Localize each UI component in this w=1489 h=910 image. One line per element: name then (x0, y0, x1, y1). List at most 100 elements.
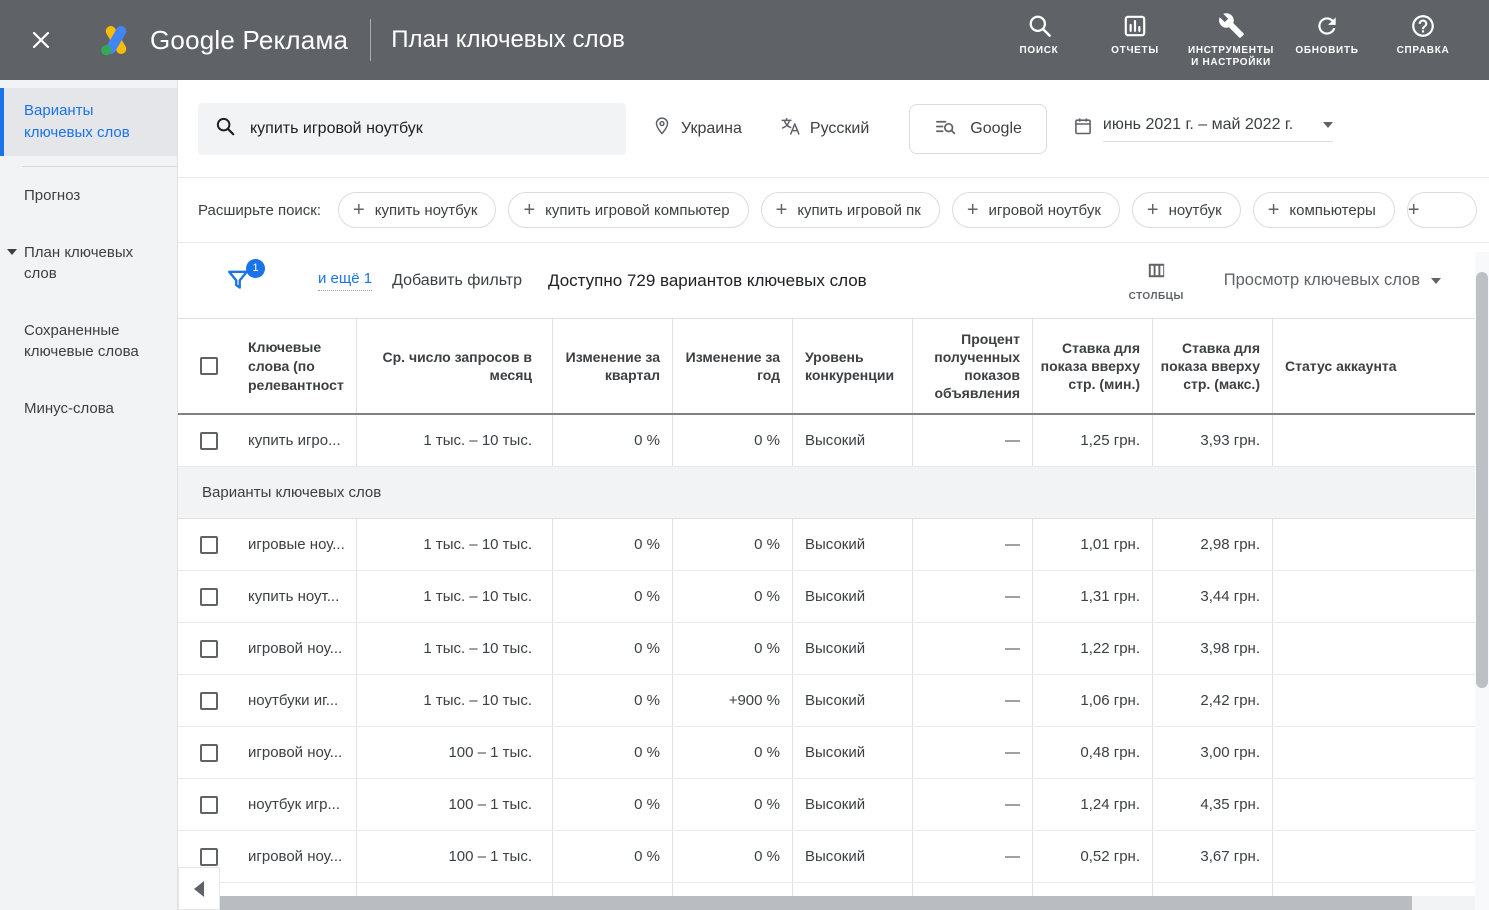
col-header-avg-searches[interactable]: Ср. число запросов в месяц (357, 319, 553, 413)
vertical-scrollbar-thumb[interactable] (1476, 272, 1488, 688)
expand-search-chip[interactable]: + игровой ноутбук (952, 192, 1120, 228)
search-input[interactable]: купить игровой ноутбук (198, 103, 626, 155)
arrow-left-icon (194, 881, 204, 897)
expand-search-chip[interactable]: + купить ноутбук (338, 192, 496, 228)
cell-impression-share: — (913, 675, 1033, 726)
horizontal-scrollbar[interactable] (220, 896, 1475, 910)
cell-quarter-change: 0 % (553, 623, 673, 674)
brand-title: Google Реклама (150, 25, 348, 56)
cell-account-status (1273, 779, 1475, 830)
cell-account-status (1273, 415, 1475, 466)
select-all-checkbox[interactable] (200, 357, 218, 375)
cell-avg-searches: 1 тыс. – 10 тыс. (357, 415, 553, 466)
cell-competition: Высокий (793, 415, 913, 466)
more-filters-link[interactable]: и ещё 1 (318, 270, 372, 291)
scroll-left-button[interactable] (178, 867, 220, 910)
cell-year-change: +900 % (673, 675, 793, 726)
row-checkbox[interactable] (200, 796, 218, 814)
cell-year-change: 0 % (673, 727, 793, 778)
row-checkbox-cell (178, 415, 240, 466)
row-checkbox[interactable] (200, 744, 218, 762)
cell-competition: Высокий (793, 727, 913, 778)
table-row: ноутбуки иг... 1 тыс. – 10 тыс. 0 % +900… (178, 675, 1475, 727)
sidebar-item-forecast[interactable]: Прогноз (0, 167, 177, 224)
row-checkbox[interactable] (200, 848, 218, 866)
col-header-quarter-change[interactable]: Изменение за квартал (553, 319, 673, 413)
cell-competition: Высокий (793, 571, 913, 622)
help-icon (1410, 11, 1436, 39)
sidebar-item-keyword-ideas[interactable]: Варианты ключевых слов (0, 88, 177, 156)
expand-search-chip[interactable]: + (1407, 192, 1477, 228)
expand-search-chip[interactable]: + купить игровой компьютер (508, 192, 748, 228)
vertical-scrollbar[interactable] (1475, 252, 1489, 910)
google-ads-logo-icon (98, 24, 134, 56)
horizontal-scrollbar-thumb[interactable] (220, 896, 1412, 910)
col-header-impression-share[interactable]: Процент полученных показов объявления (913, 319, 1033, 413)
row-checkbox[interactable] (200, 588, 218, 606)
cell-year-change: 0 % (673, 623, 793, 674)
chip-label: купить ноутбук (375, 202, 478, 219)
cell-account-status (1273, 831, 1475, 882)
filter-funnel-icon[interactable]: 1 (224, 266, 254, 296)
add-filter-button[interactable]: Добавить фильтр (392, 272, 522, 290)
sidebar: Варианты ключевых слов Прогноз План ключ… (0, 80, 178, 910)
cell-impression-share: — (913, 571, 1033, 622)
chip-label: компьютеры (1289, 202, 1375, 219)
cell-year-change: 0 % (673, 779, 793, 830)
cell-avg-searches: 1 тыс. – 10 тыс. (357, 675, 553, 726)
location-selector[interactable]: Украина (652, 116, 742, 141)
expand-search-chip[interactable]: + ноутбук (1132, 192, 1241, 228)
language-selector[interactable]: Русский (780, 116, 869, 142)
row-checkbox[interactable] (200, 692, 218, 710)
cell-quarter-change: 0 % (553, 415, 673, 466)
row-checkbox[interactable] (200, 640, 218, 658)
view-selector[interactable]: Просмотр ключевых слов (1224, 271, 1441, 290)
row-checkbox[interactable] (200, 432, 218, 450)
refresh-button[interactable]: ОБНОВИТЬ (1279, 11, 1375, 57)
cell-quarter-change: 0 % (553, 675, 673, 726)
help-button-label: СПРАВКА (1397, 45, 1450, 57)
reports-button-label: ОТЧЕТЫ (1111, 45, 1159, 57)
reports-button[interactable]: ОТЧЕТЫ (1087, 11, 1183, 57)
table-row: игровые ноу... 1 тыс. – 10 тыс. 0 % 0 % … (178, 519, 1475, 571)
cell-impression-share: — (913, 623, 1033, 674)
cell-keyword: ноутбуки иг... (240, 675, 357, 726)
cell-keyword: купить ноут... (240, 571, 357, 622)
table-section-header: Варианты ключевых слов (178, 467, 1475, 519)
main-content: купить игровой ноутбук Украина Русский G… (178, 80, 1489, 910)
help-button[interactable]: СПРАВКА (1375, 11, 1471, 57)
sidebar-item-negative-keywords[interactable]: Минус-слова (0, 380, 177, 437)
cell-year-change: 0 % (673, 571, 793, 622)
cell-keyword: ноутбук игр... (240, 779, 357, 830)
tools-settings-button[interactable]: ИНСТРУМЕНТЫ И НАСТРОЙКИ (1183, 11, 1279, 69)
table-row: купить игро... 1 тыс. – 10 тыс. 0 % 0 % … (178, 415, 1475, 467)
col-header-keywords[interactable]: Ключевые слова (по релевантност (240, 319, 357, 413)
table-header-row: Ключевые слова (по релевантност Ср. числ… (178, 319, 1475, 415)
col-header-top-bid-max[interactable]: Ставка для показа вверху стр. (макс.) (1153, 319, 1273, 413)
cell-competition: Высокий (793, 519, 913, 570)
col-header-account-status[interactable]: Статус аккаунта (1273, 319, 1475, 413)
suggestion-rows: игровые ноу... 1 тыс. – 10 тыс. 0 % 0 % … (178, 519, 1475, 883)
date-range-selector[interactable]: июнь 2021 г. – май 2022 г. (1073, 116, 1333, 142)
chip-label: купить игровой компьютер (545, 202, 729, 219)
sidebar-item-keyword-plan[interactable]: План ключевых слов (0, 224, 177, 302)
col-header-top-bid-min[interactable]: Ставка для показа вверху стр. (мин.) (1033, 319, 1153, 413)
network-selector[interactable]: Google (909, 104, 1047, 154)
calendar-icon (1073, 116, 1093, 141)
search-button[interactable]: ПОИСК (991, 11, 1087, 57)
row-checkbox[interactable] (200, 536, 218, 554)
row-checkbox-cell (178, 623, 240, 674)
col-header-competition[interactable]: Уровень конкуренции (793, 319, 913, 413)
expand-search-chip[interactable]: + компьютеры (1253, 192, 1395, 228)
close-icon[interactable] (26, 25, 56, 55)
columns-button-label: СТОЛБЦЫ (1129, 291, 1184, 302)
chevron-down-icon (1431, 278, 1441, 284)
expand-search-chip[interactable]: + купить игровой пк (761, 192, 940, 228)
sidebar-item-saved-keywords[interactable]: Сохраненные ключевые слова (0, 302, 177, 380)
col-header-year-change[interactable]: Изменение за год (673, 319, 793, 413)
cell-top-bid-min: 1,01 грн. (1033, 519, 1153, 570)
columns-button[interactable]: СТОЛБЦЫ (1129, 259, 1184, 302)
cell-top-bid-max: 3,93 грн. (1153, 415, 1273, 466)
seed-rows: купить игро... 1 тыс. – 10 тыс. 0 % 0 % … (178, 415, 1475, 467)
cell-year-change: 0 % (673, 519, 793, 570)
